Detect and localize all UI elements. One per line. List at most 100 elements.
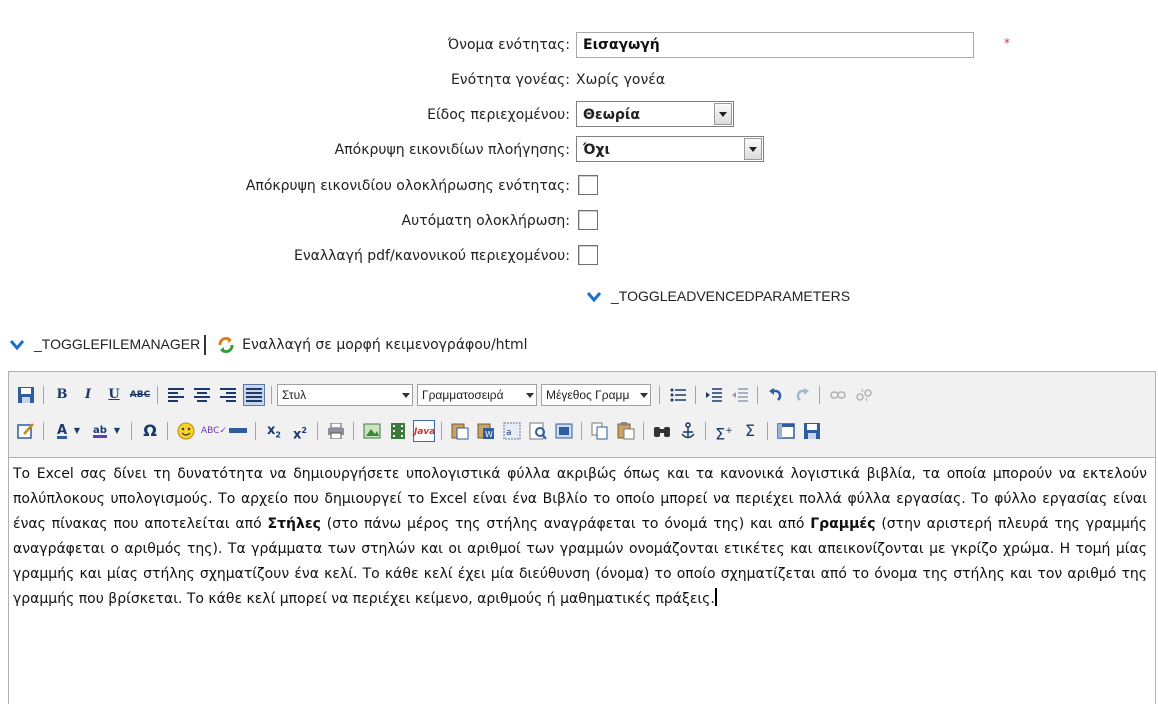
toggle-advanced-parameters-label: _TOGGLEADVENCEDPARAMETERS [611, 288, 851, 304]
align-left-icon[interactable] [165, 384, 187, 406]
indent-icon[interactable] [703, 384, 725, 406]
toolbar-separator [643, 422, 644, 440]
toolbar-separator [757, 386, 758, 404]
editor-text: (στο πάνω μέρος της στήλης αναγράφεται τ… [320, 516, 811, 532]
spellcheck-icon[interactable]: ABC✓ [201, 420, 227, 442]
editor-bold-text: Γραμμές [810, 516, 876, 532]
paste-word-icon[interactable]: W [475, 420, 497, 442]
parent-unit-value: Χωρίς γονέα [576, 72, 666, 88]
toolbar-separator [705, 422, 706, 440]
print-icon[interactable] [325, 420, 347, 442]
image-icon[interactable] [361, 420, 383, 442]
content-type-select[interactable]: Θεωρία [576, 101, 734, 127]
editor-bold-text: Στήλες [267, 516, 321, 532]
content-type-label: Είδος περιεχομένου: [427, 107, 570, 123]
anchor-icon[interactable] [677, 420, 699, 442]
chevron-down-icon [587, 292, 601, 303]
emoticon-icon[interactable] [175, 420, 197, 442]
refresh-icon [218, 337, 234, 353]
font-dropdown[interactable]: Γραμματοσειρά [417, 384, 537, 406]
toolbar-separator [659, 386, 660, 404]
svg-text:a: a [506, 428, 512, 438]
media-icon[interactable] [387, 420, 409, 442]
unit-name-input[interactable] [576, 32, 974, 58]
java-applet-icon[interactable]: Java [413, 420, 435, 442]
highlight-color-icon[interactable]: ab [89, 420, 111, 442]
row-pdf-toggle: Εναλλαγή pdf/κανονικού περιεχομένου: [0, 241, 1158, 271]
redo-icon[interactable] [791, 384, 813, 406]
pdf-toggle-label: Εναλλαγή pdf/κανονικού περιεχομένου: [293, 248, 570, 264]
hide-completion-icon-checkbox[interactable] [578, 175, 598, 195]
save-as-icon[interactable] [801, 420, 823, 442]
subscript-icon[interactable]: x2 [263, 420, 285, 442]
select-all-icon[interactable]: a [501, 420, 523, 442]
row-hide-completion-icon: Απόκρυψη εικονιδίου ολοκλήρωσης ενότητας… [0, 171, 1158, 201]
auto-complete-checkbox[interactable] [578, 210, 598, 230]
toolbar-separator [695, 386, 696, 404]
row-parent-unit: Ενότητα γονέας: Χωρίς γονέα [0, 65, 1158, 95]
font-size-dropdown[interactable]: Μέγεθος Γραμμ [541, 384, 651, 406]
sum-icon[interactable]: Σ [739, 420, 761, 442]
toggle-file-manager-label: _TOGGLEFILEMANAGER [34, 335, 201, 352]
required-mark: * [1004, 36, 1010, 50]
chevron-down-icon[interactable]: ▼ [111, 420, 123, 442]
chevron-down-icon [524, 385, 536, 405]
style-dropdown-label: Στυλ [282, 388, 307, 402]
horizontal-rule-icon[interactable] [227, 420, 249, 442]
toolbar-separator [353, 422, 354, 440]
special-char-icon[interactable]: Ω [139, 420, 161, 442]
hide-completion-icon-label: Απόκρυψη εικονιδίου ολοκλήρωσης ενότητας… [245, 178, 570, 194]
toolbar-separator [581, 422, 582, 440]
italic-icon[interactable]: I [77, 384, 99, 406]
edit-document-icon[interactable] [15, 420, 37, 442]
align-center-icon[interactable] [191, 384, 213, 406]
toggle-advanced-parameters-link[interactable]: _TOGGLEADVENCEDPARAMETERS [587, 288, 850, 304]
save-icon[interactable] [15, 384, 37, 406]
pdf-toggle-checkbox[interactable] [578, 245, 598, 265]
toggle-file-manager-link[interactable]: _TOGGLEFILEMANAGER [10, 336, 200, 352]
undo-icon[interactable] [765, 384, 787, 406]
row-content-type: Είδος περιεχομένου: Θεωρία [0, 100, 1158, 130]
find-icon[interactable] [651, 420, 673, 442]
outdent-icon[interactable] [729, 384, 751, 406]
chevron-down-icon[interactable]: ▼ [71, 420, 83, 442]
toolbar-separator [441, 422, 442, 440]
bullet-list-icon[interactable] [667, 384, 689, 406]
unit-name-label: Όνομα ενότητας: [447, 37, 570, 53]
chevron-down-icon[interactable] [714, 103, 732, 125]
superscript-icon[interactable]: x2 [289, 420, 311, 442]
strikethrough-icon[interactable]: ABC [129, 384, 151, 406]
chevron-down-icon [638, 385, 650, 405]
template-icon[interactable] [775, 420, 797, 442]
paste-icon[interactable] [615, 420, 637, 442]
bold-icon[interactable]: B [51, 384, 73, 406]
content-type-value: Θεωρία [583, 107, 640, 123]
rich-text-editor: B I U ABC Στυλ Γραμματοσειρά Μέγεθος Γρα… [8, 371, 1156, 705]
toolbar-separator [271, 386, 272, 404]
row-unit-name: Όνομα ενότητας: * [0, 30, 1158, 60]
toolbar-separator [43, 386, 44, 404]
align-right-icon[interactable] [217, 384, 239, 406]
align-justify-icon[interactable] [243, 384, 265, 406]
sum-add-icon[interactable]: Σ+ [713, 420, 735, 443]
font-dropdown-label: Γραμματοσειρά [422, 388, 504, 402]
hide-nav-icons-select[interactable]: Όχι [576, 136, 764, 162]
file-manager-bar: _TOGGLEFILEMANAGER Εναλλαγή σε μορφή κει… [10, 335, 528, 361]
fullscreen-icon[interactable] [553, 420, 575, 442]
style-dropdown[interactable]: Στυλ [277, 384, 413, 406]
preview-icon[interactable] [527, 420, 549, 442]
row-auto-complete: Αυτόματη ολοκλήρωση: [0, 206, 1158, 236]
text-caret [714, 588, 717, 606]
parent-unit-label: Ενότητα γονέας: [450, 72, 570, 88]
text-color-icon[interactable]: A [51, 420, 73, 442]
svg-text:W: W [485, 430, 493, 439]
unlink-icon[interactable] [853, 384, 875, 406]
underline-icon[interactable]: U [103, 384, 125, 406]
paste-text-icon[interactable] [449, 420, 471, 442]
link-icon[interactable] [827, 384, 849, 406]
editor-content-area[interactable]: Το Excel σας δίνει τη δυνατότητα να δημι… [9, 457, 1155, 705]
copy-icon[interactable] [589, 420, 611, 442]
font-size-dropdown-label: Μέγεθος Γραμμ [546, 388, 630, 402]
html-toggle-link[interactable]: Εναλλαγή σε μορφή κειμενογράφου/html [214, 336, 528, 353]
chevron-down-icon[interactable] [744, 138, 762, 160]
